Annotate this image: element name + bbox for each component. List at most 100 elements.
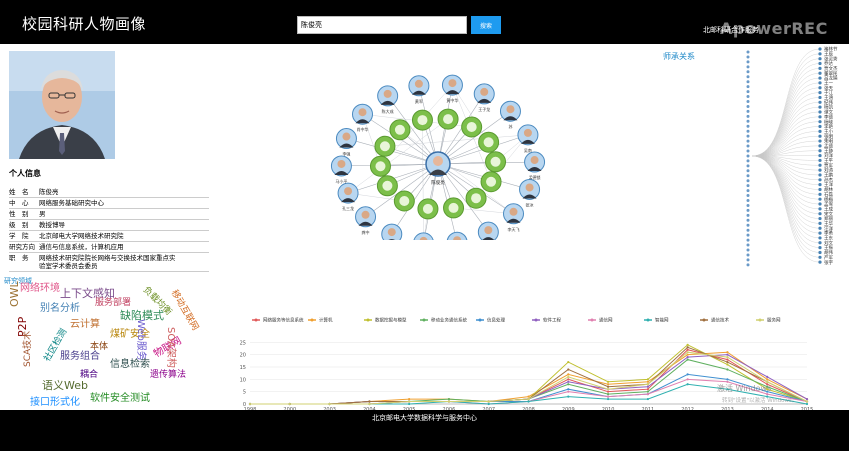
cloud-word[interactable]: 遗传算法 <box>150 367 186 380</box>
tree-branch-node[interactable] <box>746 169 750 173</box>
tree-branch-node[interactable] <box>746 248 750 252</box>
tree-leaf-node[interactable] <box>818 91 822 95</box>
tree-branch-node[interactable] <box>746 164 750 168</box>
tree-leaf-node[interactable] <box>818 57 822 61</box>
tree-leaf-node[interactable] <box>818 144 822 148</box>
tree-branch-node[interactable] <box>746 199 750 202</box>
tree-branch-node[interactable] <box>746 154 750 158</box>
tree-branch-node[interactable] <box>746 189 750 193</box>
tree-branch-node[interactable] <box>746 129 750 133</box>
tree-leaf-node[interactable] <box>818 183 822 187</box>
tree-branch-node[interactable] <box>746 90 750 94</box>
inherit-tree[interactable]: 褚林节王辰张灵秀乔达贾文杰董翠民吕龙娟王一张天于江王涵纪伟杨凯谭文李德杨晓李艳王… <box>700 44 849 268</box>
tree-leaf-node[interactable] <box>818 173 822 177</box>
tree-leaf-node[interactable] <box>818 71 822 75</box>
tree-branch-node[interactable] <box>746 50 750 54</box>
tree-leaf-node[interactable] <box>818 129 822 133</box>
cloud-word[interactable]: 网络环境 <box>20 279 60 294</box>
tree-branch-node[interactable] <box>746 223 750 227</box>
tree-branch-node[interactable] <box>746 60 750 64</box>
cloud-word[interactable]: OWL <box>8 281 21 307</box>
tree-leaf-node[interactable] <box>818 86 822 90</box>
cloud-word[interactable]: SCA技术 <box>20 331 33 367</box>
relation-graph[interactable]: 黄中华王子龙苏吴南孟德锁张冰李天飞黄军赵英叶永张杰龚中孔三龙马小平李强肖中华陈大… <box>290 44 590 240</box>
tree-branch-node[interactable] <box>746 104 750 108</box>
tree-leaf-node[interactable] <box>818 168 822 172</box>
tree-branch-node[interactable] <box>746 208 750 212</box>
tree-branch-node[interactable] <box>746 80 750 84</box>
tree-leaf-node[interactable] <box>818 95 822 100</box>
tree-branch-node[interactable] <box>746 100 750 103</box>
tree-leaf-node[interactable] <box>818 158 822 163</box>
tree-leaf-node[interactable] <box>818 187 822 192</box>
tree-leaf-node[interactable] <box>818 202 822 206</box>
tree-leaf-node[interactable] <box>818 66 822 70</box>
tree-branch-node[interactable] <box>746 233 750 237</box>
tree-branch-node[interactable] <box>746 65 750 69</box>
tree-leaf-node[interactable] <box>818 134 822 138</box>
cloud-word[interactable]: 别名分析 <box>40 299 80 314</box>
tree-leaf-node[interactable] <box>818 115 822 119</box>
tree-leaf-node[interactable] <box>818 110 822 114</box>
tree-branch-node[interactable] <box>746 85 750 89</box>
tree-branch-node[interactable] <box>746 263 750 267</box>
tree-branch-node[interactable] <box>746 124 750 128</box>
tree-branch-node[interactable] <box>746 70 750 74</box>
tree-leaf-node[interactable] <box>818 231 822 235</box>
tree-branch-node[interactable] <box>746 134 750 138</box>
tree-branch-node[interactable] <box>746 139 750 143</box>
tree-leaf-node[interactable] <box>818 221 822 225</box>
tree-leaf-node[interactable] <box>818 207 822 211</box>
tree-leaf-node[interactable] <box>818 178 822 182</box>
search-button[interactable]: 搜索 <box>471 16 501 34</box>
cloud-word[interactable]: 服务组合 <box>60 347 100 362</box>
tree-branch-node[interactable] <box>746 213 750 217</box>
tree-leaf-node[interactable] <box>818 212 822 216</box>
search-input[interactable] <box>297 16 467 34</box>
tree-branch-node[interactable] <box>746 55 750 59</box>
tree-branch-node[interactable] <box>746 109 750 113</box>
tree-branch-node[interactable] <box>746 149 750 153</box>
tree-branch-node[interactable] <box>746 238 750 242</box>
tree-leaf-node[interactable] <box>818 76 822 80</box>
tree-branch-node[interactable] <box>746 253 750 257</box>
tree-leaf-node[interactable] <box>818 120 822 124</box>
tree-branch-node[interactable] <box>746 95 750 99</box>
tree-branch-node[interactable] <box>746 194 750 198</box>
tree-leaf-node[interactable] <box>818 192 822 196</box>
tree-branch-node[interactable] <box>746 174 750 178</box>
tree-branch-node[interactable] <box>746 203 750 207</box>
cloud-word[interactable]: 语义Web <box>42 377 88 393</box>
cloud-word[interactable]: 接口形式化 <box>30 393 80 408</box>
tree-leaf-node[interactable] <box>818 139 822 143</box>
tree-leaf-node[interactable] <box>818 216 822 221</box>
tree-leaf-node[interactable] <box>818 52 822 56</box>
tree-branch-node[interactable] <box>746 119 750 123</box>
cloud-word[interactable]: SOA架构 <box>165 327 180 368</box>
tree-leaf-node[interactable] <box>818 260 822 264</box>
tree-leaf-node[interactable] <box>818 236 822 240</box>
tree-leaf-node[interactable] <box>818 226 822 230</box>
tree-branch-node[interactable] <box>746 179 750 183</box>
tree-leaf-node[interactable] <box>818 197 822 201</box>
cloud-word[interactable]: 软件安全测试 <box>90 389 150 404</box>
tree-leaf-node[interactable] <box>818 105 822 109</box>
tree-branch-node[interactable] <box>746 228 750 232</box>
tree-leaf-node[interactable] <box>818 250 822 255</box>
tree-leaf-node[interactable] <box>818 47 822 51</box>
tree-leaf-node[interactable] <box>818 246 822 250</box>
tree-branch-node[interactable] <box>746 243 750 247</box>
tree-leaf-node[interactable] <box>818 241 822 245</box>
tree-leaf-node[interactable] <box>818 124 822 129</box>
tree-branch-node[interactable] <box>746 258 750 262</box>
tree-branch-node[interactable] <box>746 218 750 222</box>
tree-branch-node[interactable] <box>746 75 750 79</box>
tree-leaf-node[interactable] <box>818 81 822 85</box>
cloud-word[interactable]: 信息检索 <box>110 355 150 370</box>
tree-leaf-node[interactable] <box>818 153 822 158</box>
cloud-word[interactable]: 云计算 <box>70 315 100 330</box>
tree-branch-node[interactable] <box>746 184 750 188</box>
tree-leaf-node[interactable] <box>818 163 822 167</box>
tree-branch-node[interactable] <box>746 159 750 163</box>
tree-branch-node[interactable] <box>746 114 750 118</box>
